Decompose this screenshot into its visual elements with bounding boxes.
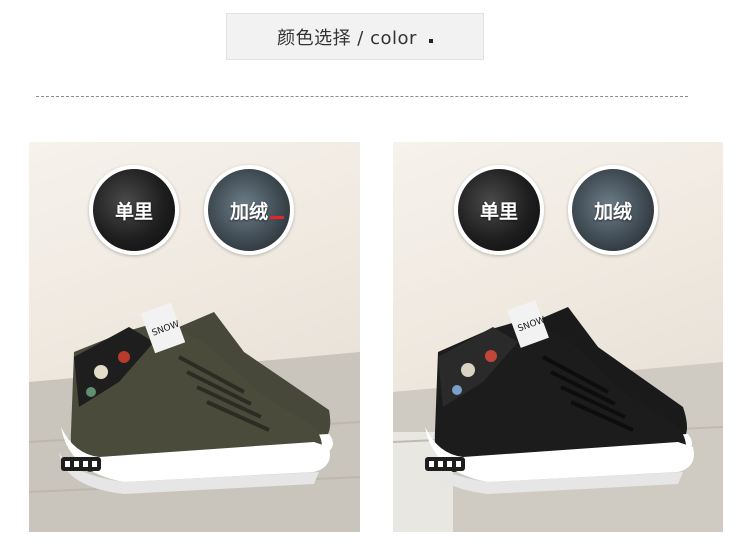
dashed-divider bbox=[36, 96, 688, 97]
color-selection-title: 颜色选择 / color bbox=[226, 13, 484, 60]
variant-olive-image[interactable]: SNOW 单里 加绒 bbox=[29, 142, 360, 532]
lining-detail-thumbnail[interactable]: 单里 bbox=[89, 165, 179, 255]
lining-label: 单里 bbox=[479, 200, 518, 223]
lining-detail-thumbnail[interactable]: 单里 bbox=[454, 165, 544, 255]
variant-black-image[interactable]: SNOW 单里 加绒 bbox=[393, 142, 723, 532]
lining-label: 单里 bbox=[114, 200, 153, 223]
title-dot bbox=[428, 38, 433, 43]
fleece-label: 加绒 bbox=[229, 200, 268, 223]
fleece-detail-thumbnail[interactable]: 加绒 bbox=[204, 165, 294, 255]
olive-sneaker-photo: SNOW bbox=[29, 302, 360, 532]
black-sneaker-photo: SNOW bbox=[393, 300, 723, 532]
selected-marker bbox=[270, 216, 284, 219]
color-selection-title-text: 颜色选择 / color bbox=[277, 27, 417, 49]
fleece-label: 加绒 bbox=[593, 200, 632, 223]
fleece-detail-thumbnail[interactable]: 加绒 bbox=[568, 165, 658, 255]
